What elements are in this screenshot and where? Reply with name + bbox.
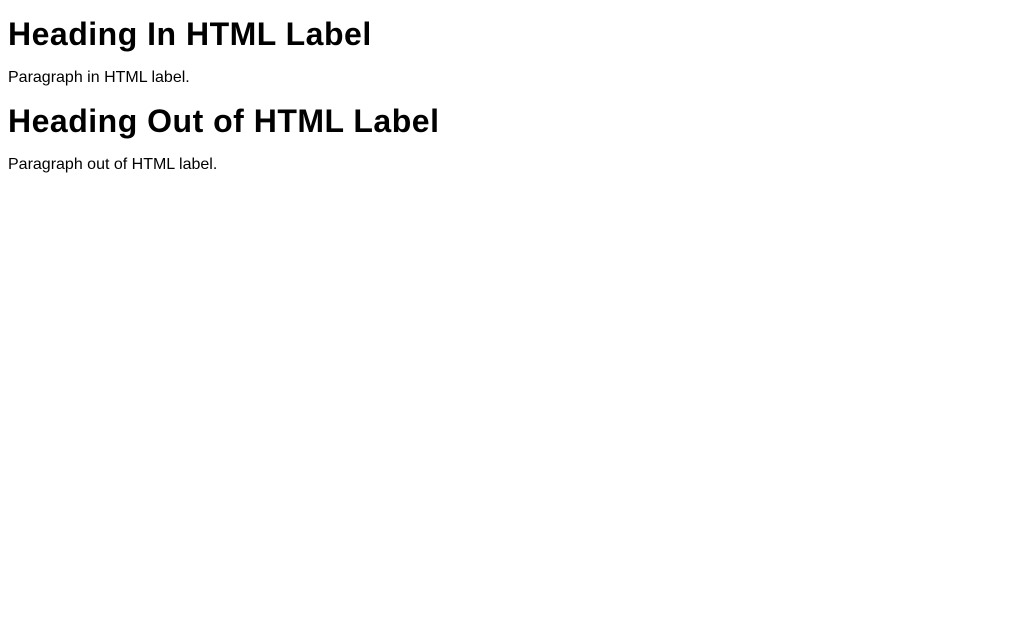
paragraph-out-of-html-label: Paragraph out of HTML label. bbox=[8, 156, 1031, 174]
paragraph-in-html-label: Paragraph in HTML label. bbox=[8, 69, 1031, 87]
heading-out-of-html-label: Heading Out of HTML Label bbox=[8, 103, 1031, 140]
heading-in-html-label: Heading In HTML Label bbox=[8, 16, 1031, 53]
